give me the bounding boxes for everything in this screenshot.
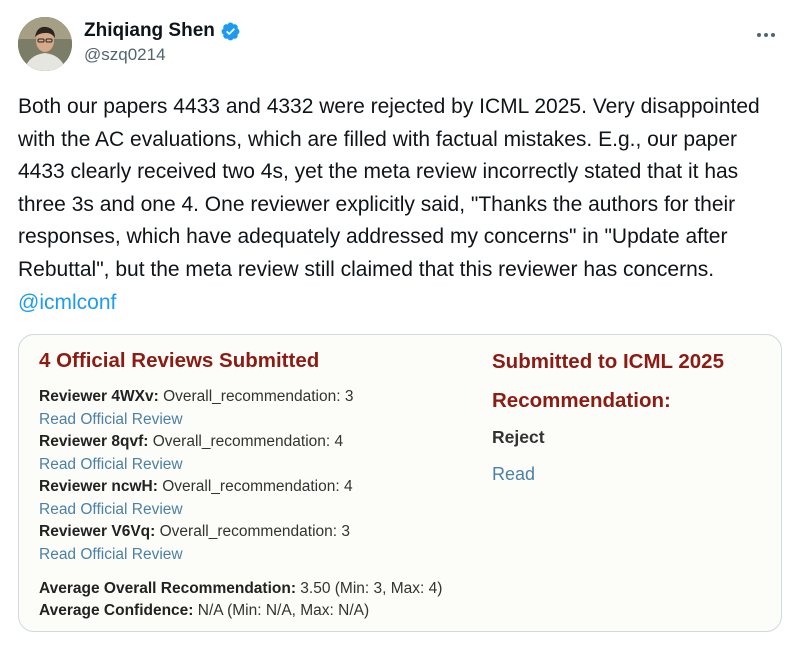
review-list: Reviewer 4WXv: Overall_recommendation: 3… (39, 386, 353, 566)
review-item: Reviewer V6Vq: Overall_recommendation: 3… (39, 521, 353, 566)
review-item: Reviewer 4WXv: Overall_recommendation: 3… (39, 386, 353, 431)
card-title: 4 Official Reviews Submitted (39, 349, 320, 372)
review-score: Reviewer 4WXv: Overall_recommendation: 3 (39, 386, 353, 409)
read-review-link[interactable]: Read Official Review (39, 409, 353, 432)
read-review-link[interactable]: Read Official Review (39, 544, 353, 567)
tweet-header: Zhiqiang Shen @szq0214 (18, 17, 786, 73)
author-handle[interactable]: @szq0214 (84, 45, 241, 65)
recommendation-label: Recommendation: (492, 389, 671, 412)
average-confidence-label: Average Confidence: (39, 602, 194, 619)
reviewer-id: Reviewer ncwH: (39, 478, 158, 495)
author-info: Zhiqiang Shen @szq0214 (84, 20, 241, 65)
review-item: Reviewer 8qvf: Overall_recommendation: 4… (39, 431, 353, 476)
averages: Average Overall Recommendation: 3.50 (Mi… (39, 578, 442, 622)
read-review-link[interactable]: Read Official Review (39, 454, 353, 477)
mention-link[interactable]: @icmlconf (18, 291, 116, 314)
average-confidence-value: N/A (Min: N/A, Max: N/A) (197, 602, 370, 619)
reviewer-id: Reviewer 4WXv: (39, 388, 159, 405)
average-recommendation-value: 3.50 (Min: 3, Max: 4) (300, 580, 443, 597)
submitted-to: Submitted to ICML 2025 (492, 350, 724, 373)
avatar[interactable] (18, 17, 72, 71)
tweet-body: Both our papers 4433 and 4332 were rejec… (18, 95, 760, 281)
read-decision-link[interactable]: Read (492, 464, 535, 485)
more-horizontal-icon[interactable] (752, 25, 780, 45)
reviewer-score: Overall_recommendation: 4 (152, 433, 344, 450)
average-recommendation-label: Average Overall Recommendation: (39, 580, 296, 597)
review-score: Reviewer V6Vq: Overall_recommendation: 3 (39, 521, 353, 544)
review-item: Reviewer ncwH: Overall_recommendation: 4… (39, 476, 353, 521)
decision-value: Reject (492, 427, 545, 447)
average-confidence: Average Confidence: N/A (Min: N/A, Max: … (39, 600, 442, 622)
verified-badge-icon (220, 21, 241, 42)
review-summary-card[interactable]: 4 Official Reviews Submitted Reviewer 4W… (18, 334, 782, 632)
tweet-text: Both our papers 4433 and 4332 were rejec… (18, 91, 778, 319)
reviewer-score: Overall_recommendation: 3 (163, 388, 354, 405)
review-score: Reviewer ncwH: Overall_recommendation: 4 (39, 476, 353, 499)
average-recommendation: Average Overall Recommendation: 3.50 (Mi… (39, 578, 442, 600)
read-review-link[interactable]: Read Official Review (39, 499, 353, 522)
reviewer-score: Overall_recommendation: 4 (162, 478, 353, 495)
author-name[interactable]: Zhiqiang Shen (84, 20, 215, 42)
reviewer-id: Reviewer 8qvf: (39, 433, 149, 450)
reviewer-score: Overall_recommendation: 3 (159, 523, 351, 540)
review-score: Reviewer 8qvf: Overall_recommendation: 4 (39, 431, 353, 454)
decision-panel: Submitted to ICML 2025 Recommendation: R… (492, 349, 724, 485)
reviewer-id: Reviewer V6Vq: (39, 523, 156, 540)
